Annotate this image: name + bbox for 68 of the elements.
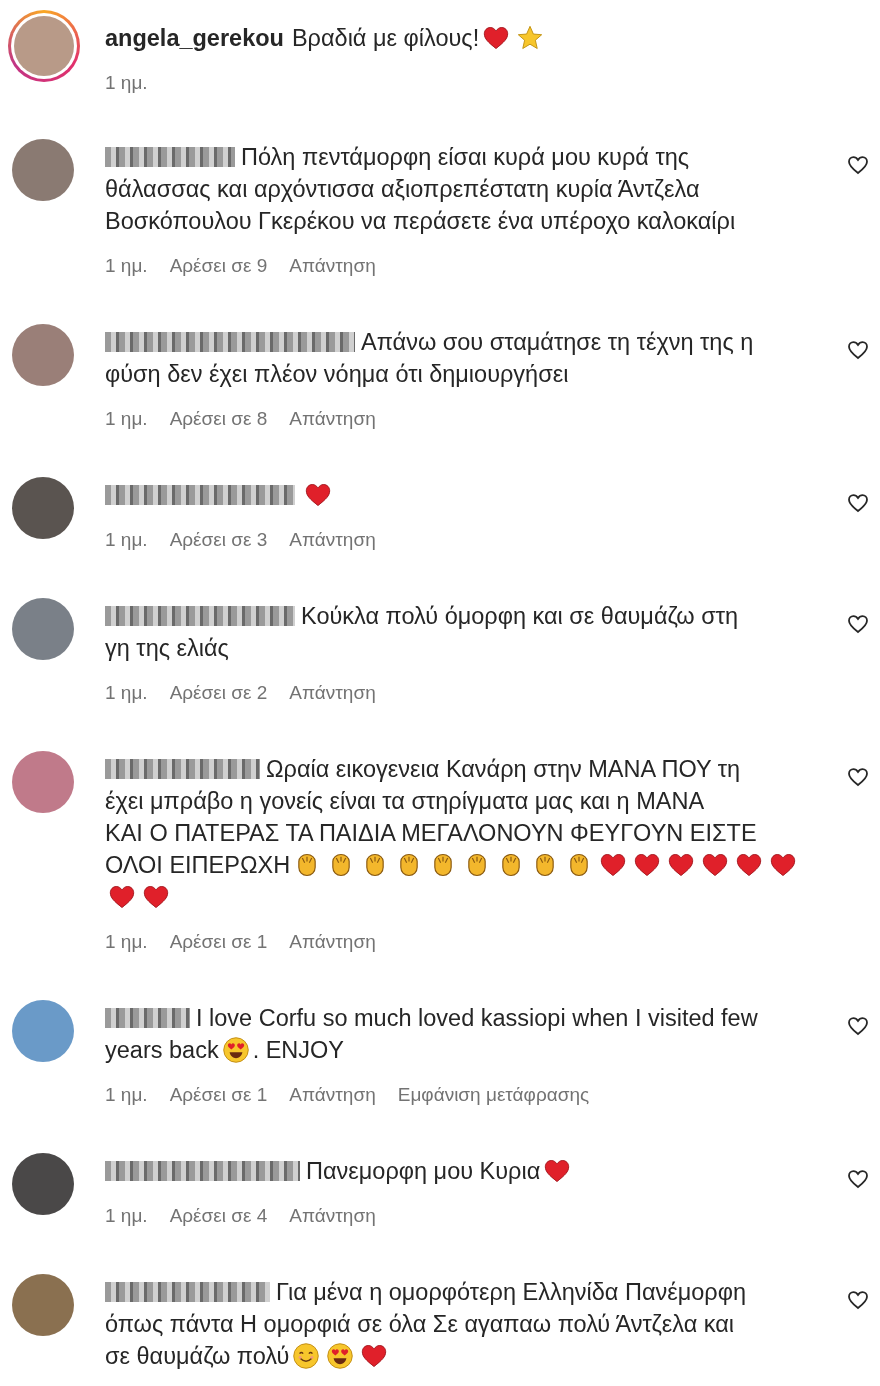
reply-button[interactable]: Απάντηση [289,403,376,435]
heart-emoji-icon [108,883,136,911]
heart-emoji-icon [633,851,662,879]
like-heart-icon[interactable] [846,1014,870,1038]
comment-text: σε θαυμάζω πολύ [105,1342,290,1371]
like-heart-icon[interactable] [846,338,870,362]
likes-count[interactable]: Αρέσει σε 4 [169,1200,268,1232]
heart-emoji-icon [769,851,798,879]
comment-text: years back [105,1036,219,1065]
likes-count[interactable]: Αρέσει σε 1 [169,1079,268,1111]
reply-button[interactable]: Απάντηση [289,677,376,709]
heart-emoji-icon [701,851,730,879]
likes-count[interactable]: Αρέσει σε 9 [169,250,268,282]
comment-text: όπως πάντα Η ομορφιά σε όλα Σε αγαπαω πολύ Άντζελα και [105,1310,734,1339]
comment-time: 1 ημ. [105,254,148,278]
comment-text: . ENJOY [252,1036,345,1065]
comment-time: 1 ημ. [105,407,148,431]
heart-emoji-icon [667,851,696,879]
heart-emoji-icon [735,851,764,879]
comment-time: 1 ημ. [105,71,148,95]
avatar-photo-placeholder [14,16,74,76]
heart-emoji-icon [360,1342,389,1370]
likes-count[interactable]: Αρέσει σε 1 [169,926,268,958]
reply-button[interactable]: Απάντηση [289,1200,376,1232]
heart-emoji-icon [599,851,628,879]
comment-text: Πόλη πεντάμορφη είσαι κυρά μου κυρά της [241,143,690,172]
reply-button[interactable]: Απάντηση [289,1079,376,1111]
comment-text: έχει μπράβο η γονείς είναι τα στηρίγματα μας και η ΜΑΝΑ [105,787,705,816]
reply-button[interactable]: Απάντηση [289,250,376,282]
comment-text: Ωραία εικογενεια Κανάρη στην ΜΑΝΑ ΠΟΥ τη [266,755,741,784]
comment-text: Πανεμορφη μου Κυρια [306,1157,541,1186]
comment-text: ΚΑΙ Ο ΠΑΤΕΡΑΣ ΤΑ ΠΑΙΔΙΑ ΜΕΓΑΛΟΝΟΥΝ ΦΕΥΓΟΥΝ ΕΙΣΤΕ [105,819,757,848]
reply-button[interactable]: Απάντηση [289,524,376,556]
heart-emoji-icon [142,883,170,911]
comment-text: Για μένα η ομορφότερη Ελληνίδα Πανέμορφη [276,1278,746,1307]
comment-text: γη της ελιάς [105,634,229,663]
like-heart-icon[interactable] [846,491,870,515]
username[interactable]: angela_gerekou [105,22,284,54]
comment-text: φύση δεν έχει πλέον νόημα ότι δημιουργήσει [105,360,569,389]
likes-count[interactable]: Αρέσει σε 8 [169,403,268,435]
reply-button[interactable]: Απάντηση [289,926,376,958]
comment-text: ΟΛΟΙ ΕΙΠΕΡΩΧΗ [105,851,291,880]
heart-emoji-icon [304,481,332,509]
comment-text: Βοσκόπουλου Γκερέκου να περάσετε ένα υπέροχο καλοκαίρι [105,207,736,236]
heart-emoji-icon [482,24,511,52]
comment-time: 1 ημ. [105,1083,148,1107]
comment-time: 1 ημ. [105,1204,148,1228]
smiling-face-icon [292,1342,321,1370]
like-heart-icon[interactable] [846,153,870,177]
star-emoji-icon [516,24,545,52]
comment-text: Βραδιά με φίλους! [291,24,480,53]
comment-text: Κούκλα πολύ όμορφη και σε θαυμάζω στη [301,602,738,631]
comment-time: 1 ημ. [105,528,148,552]
comment-text: Απάνω σου σταμάτησε τη τέχνη της η [361,328,754,357]
comment-text: I love Corfu so much loved kassiopi when I visited few [196,1004,758,1033]
like-heart-icon[interactable] [846,1288,870,1312]
translation-link[interactable]: Εμφάνιση μετάφρασης [397,1079,590,1111]
comment-time: 1 ημ. [105,930,148,954]
likes-count[interactable]: Αρέσει σε 2 [169,677,268,709]
like-heart-icon[interactable] [846,765,870,789]
heart-eyes-emoji-icon [326,1342,355,1370]
like-heart-icon[interactable] [846,1167,870,1191]
likes-count[interactable]: Αρέσει σε 3 [169,524,268,556]
heart-eyes-emoji-icon [221,1036,250,1064]
comment-text: θάλασσας και αρχόντισσα αξιοπρεπέστατη κυρία Άντζελα [105,175,700,204]
like-heart-icon[interactable] [846,612,870,636]
heart-emoji-icon [543,1157,572,1185]
comment-time: 1 ημ. [105,681,148,705]
